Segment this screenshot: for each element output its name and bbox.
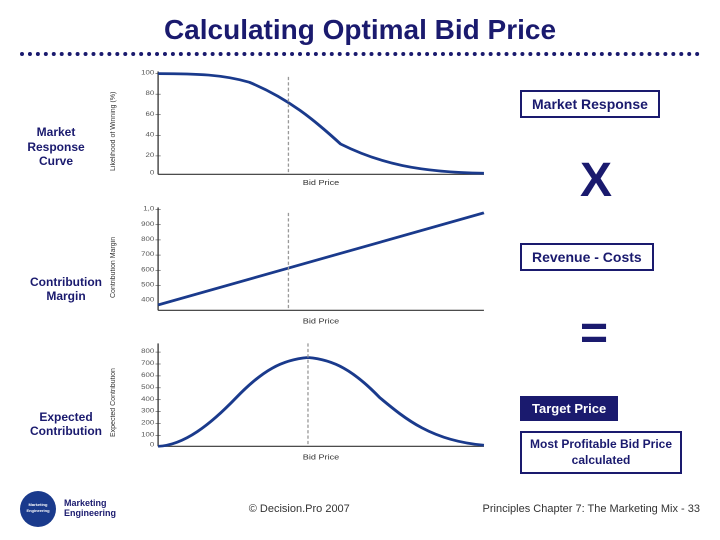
svg-text:800: 800 [141,347,154,355]
svg-text:500: 500 [141,383,154,391]
svg-text:200: 200 [141,418,154,426]
footer-copyright: © Decision.Pro 2007 [249,503,350,515]
y-axis-label-contribution-margin: Contribution Margin [110,202,117,332]
svg-text:Bid Price: Bid Price [303,452,340,461]
svg-text:100: 100 [141,68,154,76]
svg-text:Bid Price: Bid Price [303,316,340,325]
svg-text:60: 60 [145,110,154,118]
annotation-equals-symbol: = [520,306,710,361]
annotation-market-response: Market Response [520,90,710,118]
svg-container-expected-contribution: 800 700 600 500 400 300 200 100 0 [119,338,510,468]
revenue-costs-label: Revenue - Costs [520,243,654,271]
svg-text:0: 0 [150,168,154,176]
y-axis-label-expected-contribution: Expected Contribution [110,338,117,468]
svg-text:600: 600 [141,265,154,273]
target-price-box: Target Price [520,396,618,421]
svg-text:400: 400 [141,295,154,303]
svg-container-contribution-margin: 1,0 900 800 700 600 500 400 [119,202,510,332]
chart-contribution-margin: Contribution Margin 1,0 900 800 700 600 … [110,202,510,332]
svg-text:80: 80 [145,89,154,97]
charts-column: Likelihood of Winning (%) 100 80 60 40 2… [110,62,510,492]
page-title: Calculating Optimal Bid Price [0,0,720,52]
svg-text:Engineering: Engineering [26,508,50,513]
svg-text:300: 300 [141,406,154,414]
y-axis-label-market-response: Likelihood of Winning (%) [110,66,117,196]
logo-text: Marketing Engineering [64,499,116,519]
label-market-response-curve: Market ResponseCurve [10,125,102,168]
label-contribution-margin: ContributionMargin [30,275,102,304]
svg-text:400: 400 [141,395,154,403]
svg-text:0: 0 [150,440,154,448]
x-symbol: X [580,153,612,208]
chart-market-response: Likelihood of Winning (%) 100 80 60 40 2… [110,66,510,196]
right-annotations: Market Response X Revenue - Costs = Targ… [510,62,710,492]
svg-text:500: 500 [141,280,154,288]
chart-expected-contribution: Expected Contribution 800 700 600 500 40… [110,338,510,468]
left-labels-column: Market ResponseCurve ContributionMargin … [10,62,110,492]
svg-text:40: 40 [145,130,154,138]
annotation-target-price: Target Price Most Profitable Bid Priceca… [520,396,710,474]
annotation-revenue-costs: Revenue - Costs [520,243,710,271]
footer-principles: Principles Chapter 7: The Marketing Mix … [483,503,700,515]
label-expected-contribution: ExpectedContribution [30,410,102,439]
svg-text:700: 700 [141,250,154,258]
svg-text:600: 600 [141,371,154,379]
svg-text:100: 100 [141,430,154,438]
svg-text:800: 800 [141,235,154,243]
equals-symbol: = [580,306,608,361]
svg-text:1,0: 1,0 [143,204,154,212]
svg-text:Marketing: Marketing [29,502,48,507]
most-profitable-label: Most Profitable Bid Pricecalculated [520,431,682,474]
footer-logo-area: Marketing Engineering Marketing Engineer… [20,491,116,527]
svg-text:20: 20 [145,151,154,159]
svg-text:Bid Price: Bid Price [303,178,340,187]
logo-icon: Marketing Engineering [20,491,56,527]
annotation-x-symbol: X [520,153,710,208]
dotted-separator [0,52,720,56]
market-response-label: Market Response [520,90,660,118]
main-content: Market ResponseCurve ContributionMargin … [0,62,720,492]
logo-bottom: Engineering [64,509,116,519]
svg-container-market-response: 100 80 60 40 20 0 B [119,66,510,196]
svg-text:700: 700 [141,359,154,367]
svg-text:900: 900 [141,220,154,228]
footer: Marketing Engineering Marketing Engineer… [0,492,720,522]
